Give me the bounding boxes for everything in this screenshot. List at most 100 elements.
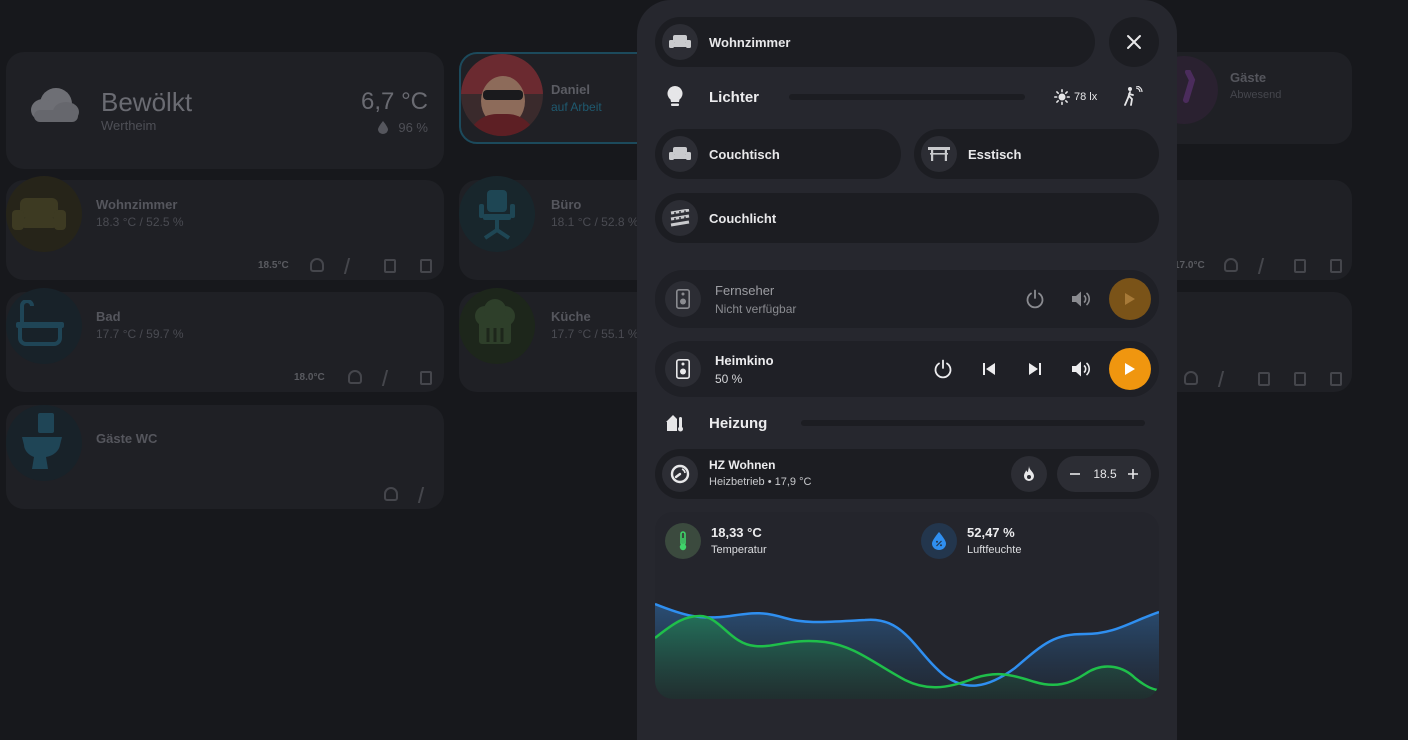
door-icon[interactable] [420, 259, 432, 273]
previous-button[interactable] [975, 355, 1003, 383]
sofa-icon [662, 136, 698, 172]
heating-section-title: Heizung [709, 415, 768, 432]
person-card[interactable]: Daniel auf Arbeit [459, 52, 659, 144]
toilet-icon [22, 413, 62, 469]
speaker-icon [665, 351, 701, 387]
room-card-wohnzimmer[interactable]: Wohnzimmer 18.3 °C / 52.5 % 18.5°C [6, 176, 444, 280]
sofa-icon [12, 198, 66, 230]
window-icon[interactable] [1294, 259, 1306, 273]
weather-condition: Bewölkt [101, 87, 193, 117]
light-couchlicht[interactable]: Couchlicht [655, 193, 1159, 243]
motion-icon[interactable] [381, 370, 401, 386]
media-status: Nicht verfügbar [715, 302, 797, 316]
skip-next-icon [1029, 363, 1041, 375]
room-name: Bad [96, 309, 121, 324]
play-button[interactable] [1109, 348, 1151, 390]
media-status: 50 % [715, 372, 743, 386]
power-button[interactable] [1021, 285, 1049, 313]
door-icon[interactable] [1258, 372, 1270, 386]
water-drop-icon [378, 121, 388, 134]
heat-mode-button[interactable] [1011, 456, 1047, 492]
lights-section-divider [789, 94, 1025, 100]
weather-card[interactable]: Bewölkt Wertheim 6,7 °C 96 % [6, 52, 444, 169]
light-off-icon[interactable] [1184, 371, 1198, 385]
heating-section-divider [801, 420, 1145, 426]
brightness-icon [1054, 89, 1070, 105]
light-label: Couchtisch [709, 147, 780, 162]
light-label: Esstisch [968, 147, 1022, 162]
person-name: Daniel [551, 82, 591, 97]
humidity-icon-bg [921, 523, 957, 559]
motion-icon[interactable] [343, 258, 363, 274]
motion-icon[interactable] [1257, 258, 1277, 274]
motion-icon[interactable] [1217, 371, 1237, 387]
temperature-value: 18,33 °C [711, 525, 762, 540]
guests-status: Abwesend [1230, 89, 1282, 101]
room-popup: Wohnzimmer Lichter 78 lx Couchtisch Esst… [637, 0, 1177, 740]
room-card-right-2[interactable] [1150, 292, 1352, 392]
room-card-bad[interactable]: Bad 17.7 °C / 59.7 % 18.0°C [6, 288, 444, 392]
window-icon[interactable] [420, 371, 432, 385]
next-button[interactable] [1021, 355, 1049, 383]
room-info: 17.7 °C / 59.7 % [96, 327, 184, 341]
room-name: Büro [551, 197, 582, 212]
thermostat-status: Heizbetrieb • 17,9 °C [709, 476, 812, 488]
room-card-kueche[interactable]: Küche 17.7 °C / 55.1 % [459, 288, 659, 392]
media-heimkino[interactable]: Heimkino 50 % [655, 341, 1159, 397]
weather-temperature: 6,7 °C [361, 88, 428, 115]
thermostat-card[interactable]: HZ Wohnen Heizbetrieb • 17,9 °C 18.5 [655, 449, 1159, 499]
power-button[interactable] [929, 355, 957, 383]
room-card-gaeste-wc[interactable]: Gäste WC [6, 405, 444, 509]
light-off-icon[interactable] [384, 487, 398, 501]
room-setpoint: 18.5°C [258, 260, 289, 271]
room-setpoint: 17.0°C [1174, 260, 1205, 271]
sensor-graph-card[interactable]: 18,33 °C Temperatur 52,47 % Luftfeuchte [655, 512, 1159, 699]
window-icon[interactable] [1294, 372, 1306, 386]
room-card-right-1[interactable]: 17.0°C [1150, 180, 1352, 280]
sofa-icon [662, 24, 698, 60]
light-couchtisch[interactable]: Couchtisch [655, 129, 901, 179]
bathtub-icon [16, 300, 64, 346]
close-button[interactable] [1109, 17, 1159, 67]
window-icon[interactable] [384, 259, 396, 273]
guests-card[interactable]: Gäste Abwesend [1150, 52, 1352, 144]
cloud-icon [31, 88, 79, 122]
light-label: Couchlicht [709, 211, 777, 226]
play-button[interactable] [1109, 278, 1151, 320]
person-status: auf Arbeit [551, 100, 602, 114]
power-icon [934, 359, 952, 379]
fire-icon [1024, 466, 1034, 481]
light-off-icon[interactable] [1224, 258, 1238, 272]
decrease-button[interactable] [1067, 466, 1083, 482]
light-off-icon[interactable] [348, 370, 362, 384]
volume-button[interactable] [1067, 355, 1095, 383]
increase-button[interactable] [1125, 466, 1141, 482]
door-icon[interactable] [1330, 259, 1342, 273]
skip-previous-icon [983, 363, 995, 375]
media-name: Heimkino [715, 353, 774, 368]
power-icon [1026, 289, 1044, 309]
play-icon [1125, 363, 1135, 375]
play-icon [1125, 293, 1135, 305]
media-fernseher[interactable]: Fernseher Nicht verfügbar [655, 270, 1159, 328]
popup-header[interactable]: Wohnzimmer [655, 17, 1095, 67]
motion-icon[interactable] [417, 487, 437, 503]
motion-sensor-icon [1124, 86, 1143, 106]
room-info: 18.3 °C / 52.5 % [96, 215, 184, 229]
sensor-history-graph [655, 602, 1159, 699]
office-chair-icon [479, 190, 515, 240]
light-off-icon[interactable] [310, 258, 324, 272]
water-percent-icon [932, 532, 946, 550]
window-icon[interactable] [1330, 372, 1342, 386]
volume-button[interactable] [1067, 285, 1095, 313]
led-strip-icon [662, 200, 698, 236]
guests-title: Gäste [1230, 70, 1267, 85]
lux-value: 78 lx [1074, 91, 1098, 103]
room-card-buero[interactable]: Büro 18.1 °C / 52.8 % [459, 176, 659, 280]
minus-icon [1070, 473, 1080, 475]
light-esstisch[interactable]: Esstisch [914, 129, 1159, 179]
thermometer-icon-bg [665, 523, 701, 559]
setpoint-stepper: 18.5 [1057, 456, 1151, 492]
room-info: 18.1 °C / 52.8 % [551, 215, 639, 229]
room-name: Wohnzimmer [96, 197, 178, 212]
